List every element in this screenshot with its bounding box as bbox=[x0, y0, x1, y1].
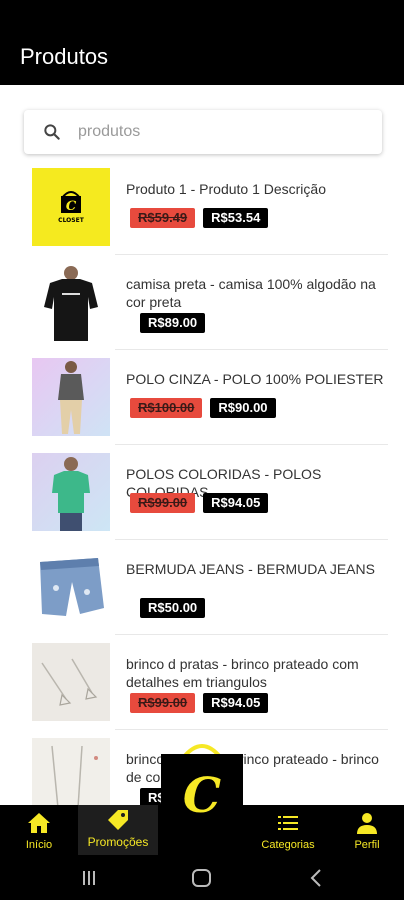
product-item[interactable]: camisa preta - camisa 100% algodão na co… bbox=[0, 255, 404, 350]
page-title: Produtos bbox=[20, 44, 109, 69]
price-badge: R$53.54 bbox=[203, 208, 269, 228]
nav-categories-label: Categorias bbox=[261, 839, 315, 851]
app-bar: Produtos bbox=[0, 0, 404, 85]
old-price-badge: R$59.49 bbox=[130, 208, 196, 228]
product-item[interactable]: POLO CINZA - POLO 100% POLIESTER R$100.0… bbox=[0, 350, 404, 445]
search-input[interactable] bbox=[78, 118, 368, 146]
price-row: R$50.00 bbox=[140, 598, 206, 618]
tag-icon bbox=[108, 810, 128, 830]
cart-brand-button[interactable]: C bbox=[157, 740, 247, 832]
product-title: BERMUDA JEANS - BERMUDA JEANS bbox=[126, 561, 375, 577]
product-title: brinco d pratas - brinco prateado com de… bbox=[126, 656, 359, 690]
svg-text:CLOSET: CLOSET bbox=[58, 217, 85, 224]
brand-c-letter: C bbox=[183, 768, 221, 824]
jeans-shorts-image bbox=[40, 558, 104, 616]
product-image: C CLOSET bbox=[32, 168, 110, 246]
nav-promotions-label: Promoções bbox=[87, 835, 149, 849]
price-row: R$99.00 R$94.05 bbox=[130, 693, 269, 713]
old-price-badge: R$99.00 bbox=[130, 493, 196, 513]
green-polo-image bbox=[52, 457, 90, 531]
product-title: POLO CINZA - POLO 100% POLIESTER bbox=[126, 371, 384, 387]
home-icon bbox=[28, 813, 50, 833]
price-badge: R$94.05 bbox=[203, 493, 269, 513]
nav-home-label: Início bbox=[25, 839, 53, 851]
nav-profile[interactable]: Perfil bbox=[330, 805, 404, 855]
home-system-icon bbox=[192, 869, 211, 887]
old-price-badge: R$100.00 bbox=[130, 398, 203, 418]
price-row: R$59.49 R$53.54 bbox=[130, 208, 269, 228]
price-badge: R$89.00 bbox=[140, 313, 206, 333]
product-item[interactable]: C CLOSET Produto 1 - Produto 1 Descrição… bbox=[0, 160, 404, 255]
search-bar[interactable] bbox=[24, 110, 382, 154]
product-item[interactable]: POLOS COLORIDAS - POLOS COLORIDAS R$99.0… bbox=[0, 445, 404, 540]
nav-home[interactable]: Início bbox=[0, 805, 78, 855]
price-row: R$89.00 bbox=[140, 313, 206, 333]
price-badge: R$50.00 bbox=[140, 598, 206, 618]
product-item[interactable]: BERMUDA JEANS - BERMUDA JEANS R$50.00 bbox=[0, 540, 404, 635]
closet-logo-image: C CLOSET bbox=[58, 191, 85, 224]
product-image bbox=[32, 263, 110, 341]
back-icon bbox=[310, 869, 321, 887]
product-image bbox=[32, 548, 110, 626]
price-row: R$100.00 R$90.00 bbox=[130, 398, 276, 418]
silver-earrings-image bbox=[41, 658, 98, 706]
list-icon bbox=[278, 816, 298, 830]
nav-profile-label: Perfil bbox=[354, 839, 380, 851]
recent-apps-icon bbox=[83, 871, 95, 885]
product-image bbox=[32, 453, 110, 531]
product-item[interactable]: brinco d pratas - brinco prateado com de… bbox=[0, 635, 404, 730]
nav-categories[interactable]: Categorias bbox=[248, 805, 328, 855]
product-title: camisa preta - camisa 100% algodão na co… bbox=[126, 276, 376, 310]
old-price-badge: R$99.00 bbox=[130, 693, 196, 713]
person-icon bbox=[357, 813, 377, 834]
system-nav-icons bbox=[83, 869, 321, 887]
svg-text:C: C bbox=[66, 199, 77, 214]
product-image bbox=[32, 643, 110, 721]
price-row: R$99.00 R$94.05 bbox=[130, 493, 269, 513]
price-badge: R$94.05 bbox=[203, 693, 269, 713]
search-icon bbox=[44, 124, 60, 140]
grey-polo-image bbox=[58, 361, 84, 434]
nav-promotions[interactable]: Promoções bbox=[78, 805, 158, 855]
product-title: Produto 1 - Produto 1 Descrição bbox=[126, 181, 326, 197]
system-navigation-bar bbox=[0, 855, 404, 900]
price-badge: R$90.00 bbox=[210, 398, 276, 418]
black-tshirt-image bbox=[44, 266, 98, 341]
product-image bbox=[32, 358, 110, 436]
